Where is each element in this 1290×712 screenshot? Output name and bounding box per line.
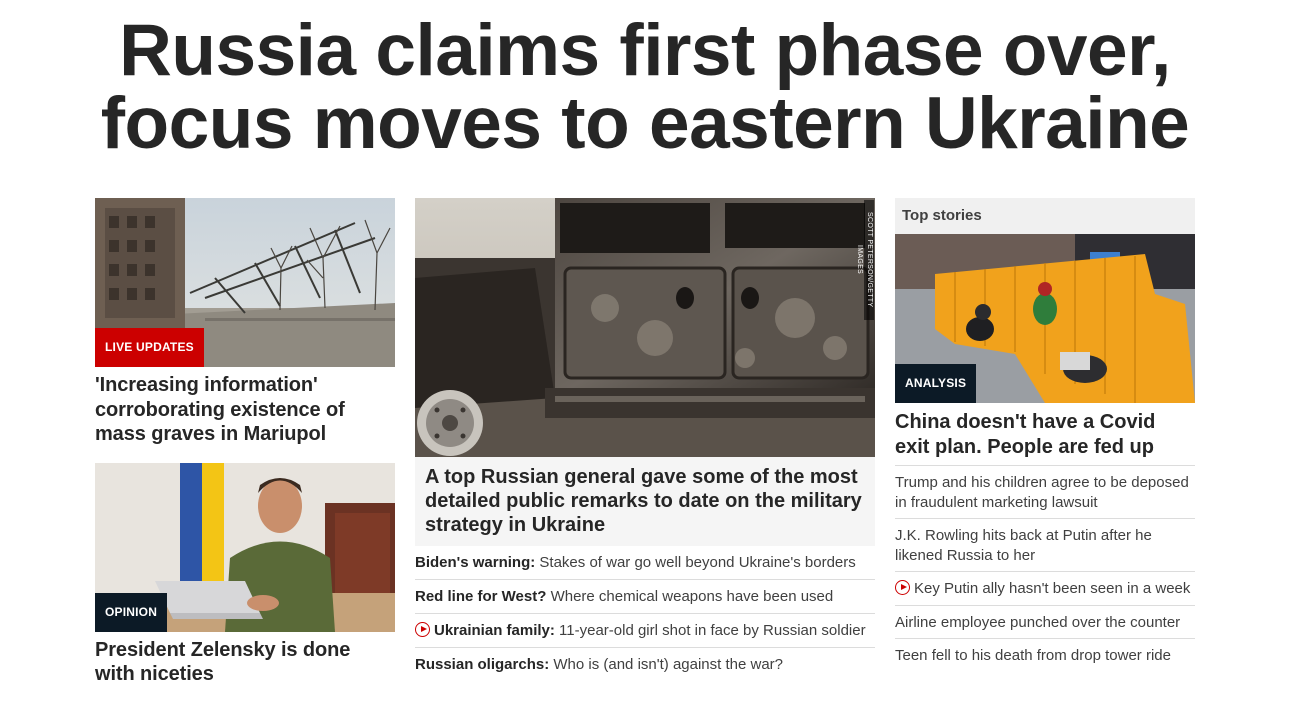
link-text: Stakes of war go well beyond Ukraine's b… [535,554,856,571]
link-kicker: Russian oligarchs: [415,656,550,673]
zelensky-headline[interactable]: President Zelensky is done with niceties [95,638,395,687]
video-play-icon [895,580,910,595]
related-link-bidens-warning[interactable]: Biden's warning: Stakes of war go well b… [415,546,875,580]
link-kicker: Red line for West? [415,588,547,605]
top-story-rowling-putin[interactable]: J.K. Rowling hits back at Putin after he… [895,519,1195,572]
destroyed-vehicle-image[interactable]: SCOTT PETERSON/GETTY IMAGES [415,198,875,457]
top-story-text: Key Putin ally hasn't been seen in a wee… [914,580,1191,597]
top-story-putin-ally[interactable]: Key Putin ally hasn't been seen in a wee… [895,572,1195,606]
top-stories-list: Trump and his children agree to be depos… [895,465,1195,672]
opinion-badge: OPINION [95,592,168,632]
link-text: 11-year-old girl shot in face by Russian… [554,622,866,639]
story-card-china-covid[interactable]: ANALYSIS China doesn't have a Covid exit… [895,234,1195,465]
china-covid-headline[interactable]: China doesn't have a Covid exit plan. Pe… [895,410,1195,465]
center-column: SCOTT PETERSON/GETTY IMAGES A top Russia… [415,198,875,682]
china-barrier-image[interactable]: ANALYSIS [895,234,1195,403]
page-headline[interactable]: Russia claims first phase over, focus mo… [0,14,1290,160]
link-kicker: Ukrainian family: [434,622,555,639]
right-column: Top stories ANALYSIS China doesn't have … [895,198,1195,672]
related-link-russian-oligarchs[interactable]: Russian oligarchs: Who is (and isn't) ag… [415,648,875,682]
story-card-mariupol[interactable]: LIVE UPDATES 'Increasing information' co… [95,198,395,447]
top-stories-header[interactable]: Top stories [895,198,1195,234]
mariupol-ruins-image[interactable]: LIVE UPDATES [95,198,395,367]
hero-headline[interactable]: A top Russian general gave some of the m… [415,457,875,546]
story-card-zelensky[interactable]: OPINION President Zelensky is done with … [95,462,395,687]
link-kicker: Biden's warning: [415,554,536,571]
video-play-icon [415,622,430,637]
link-text: Who is (and isn't) against the war? [549,656,784,673]
top-story-trump-lawsuit[interactable]: Trump and his children agree to be depos… [895,466,1195,519]
related-links-list: Biden's warning: Stakes of war go well b… [415,546,875,682]
link-text: Where chemical weapons have been used [546,588,834,605]
headline-line-1: Russia claims first phase over, [119,10,1171,91]
top-story-airline-employee[interactable]: Airline employee punched over the counte… [895,606,1195,639]
left-column: LIVE UPDATES 'Increasing information' co… [95,198,395,687]
related-link-ukrainian-family[interactable]: Ukrainian family: 11-year-old girl shot … [415,614,875,648]
live-updates-badge: LIVE UPDATES [95,328,204,367]
mariupol-headline[interactable]: 'Increasing information' corroborating e… [95,373,395,447]
headline-line-2: focus moves to eastern Ukraine [100,83,1190,164]
related-link-red-line[interactable]: Red line for West? Where chemical weapon… [415,580,875,614]
analysis-badge: ANALYSIS [895,364,977,403]
photo-credit: SCOTT PETERSON/GETTY IMAGES [856,200,874,320]
top-story-drop-tower[interactable]: Teen fell to his death from drop tower r… [895,639,1195,672]
zelensky-image[interactable]: OPINION [95,462,395,632]
